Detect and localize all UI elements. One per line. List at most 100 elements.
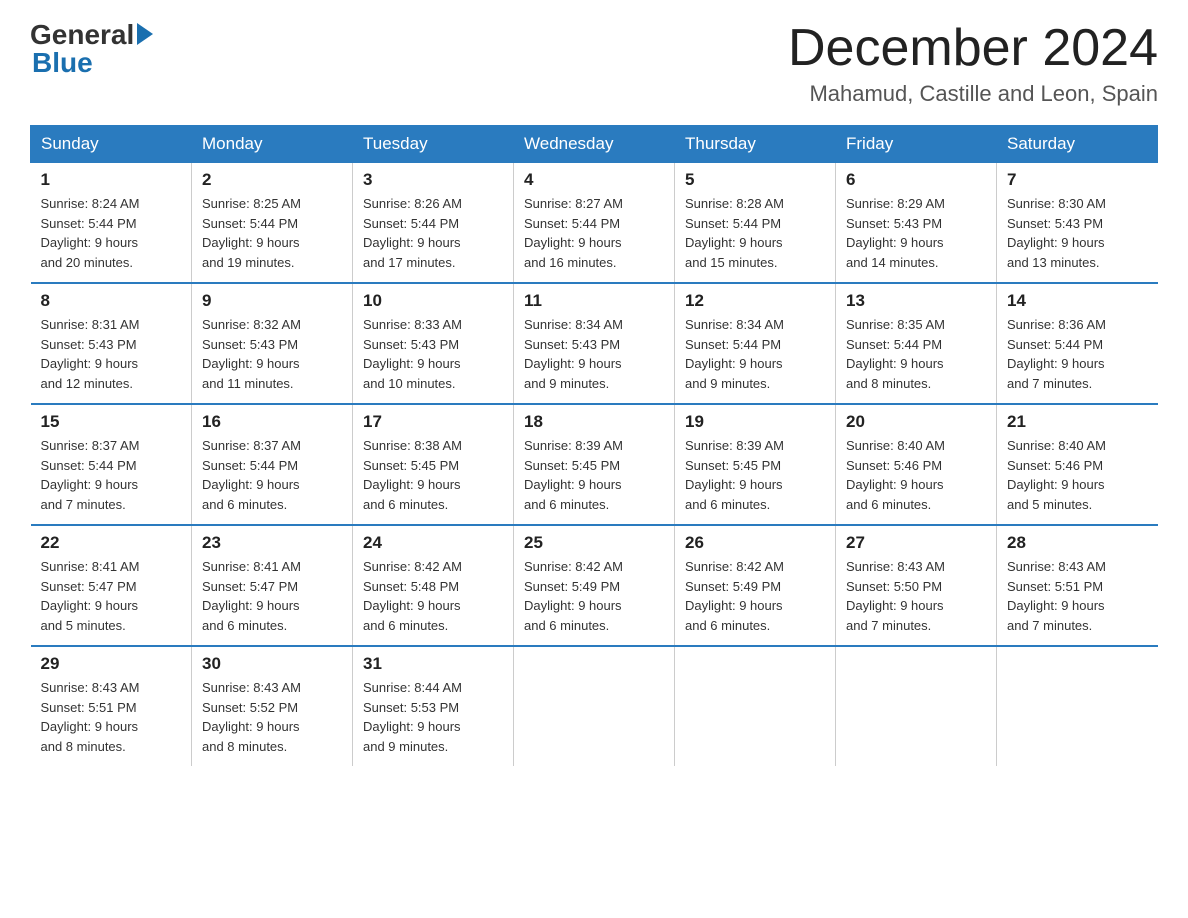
table-row: 11 Sunrise: 8:34 AM Sunset: 5:43 PM Dayl… bbox=[514, 283, 675, 404]
header-wednesday: Wednesday bbox=[514, 126, 675, 163]
header-tuesday: Tuesday bbox=[353, 126, 514, 163]
day-info: Sunrise: 8:43 AM Sunset: 5:52 PM Dayligh… bbox=[202, 678, 342, 756]
day-info: Sunrise: 8:33 AM Sunset: 5:43 PM Dayligh… bbox=[363, 315, 503, 393]
calendar-week-row: 22 Sunrise: 8:41 AM Sunset: 5:47 PM Dayl… bbox=[31, 525, 1158, 646]
day-number: 4 bbox=[524, 170, 664, 190]
day-number: 17 bbox=[363, 412, 503, 432]
day-info: Sunrise: 8:34 AM Sunset: 5:44 PM Dayligh… bbox=[685, 315, 825, 393]
table-row bbox=[675, 646, 836, 766]
day-number: 14 bbox=[1007, 291, 1148, 311]
day-number: 16 bbox=[202, 412, 342, 432]
day-number: 30 bbox=[202, 654, 342, 674]
table-row: 21 Sunrise: 8:40 AM Sunset: 5:46 PM Dayl… bbox=[997, 404, 1158, 525]
table-row: 5 Sunrise: 8:28 AM Sunset: 5:44 PM Dayli… bbox=[675, 163, 836, 284]
table-row: 18 Sunrise: 8:39 AM Sunset: 5:45 PM Dayl… bbox=[514, 404, 675, 525]
table-row: 8 Sunrise: 8:31 AM Sunset: 5:43 PM Dayli… bbox=[31, 283, 192, 404]
table-row: 20 Sunrise: 8:40 AM Sunset: 5:46 PM Dayl… bbox=[836, 404, 997, 525]
table-row: 28 Sunrise: 8:43 AM Sunset: 5:51 PM Dayl… bbox=[997, 525, 1158, 646]
table-row: 14 Sunrise: 8:36 AM Sunset: 5:44 PM Dayl… bbox=[997, 283, 1158, 404]
day-info: Sunrise: 8:40 AM Sunset: 5:46 PM Dayligh… bbox=[846, 436, 986, 514]
day-number: 19 bbox=[685, 412, 825, 432]
day-number: 10 bbox=[363, 291, 503, 311]
table-row: 4 Sunrise: 8:27 AM Sunset: 5:44 PM Dayli… bbox=[514, 163, 675, 284]
table-row: 17 Sunrise: 8:38 AM Sunset: 5:45 PM Dayl… bbox=[353, 404, 514, 525]
day-number: 31 bbox=[363, 654, 503, 674]
day-info: Sunrise: 8:39 AM Sunset: 5:45 PM Dayligh… bbox=[685, 436, 825, 514]
day-info: Sunrise: 8:35 AM Sunset: 5:44 PM Dayligh… bbox=[846, 315, 986, 393]
day-number: 29 bbox=[41, 654, 182, 674]
day-info: Sunrise: 8:39 AM Sunset: 5:45 PM Dayligh… bbox=[524, 436, 664, 514]
day-info: Sunrise: 8:40 AM Sunset: 5:46 PM Dayligh… bbox=[1007, 436, 1148, 514]
calendar-table: Sunday Monday Tuesday Wednesday Thursday… bbox=[30, 125, 1158, 766]
day-number: 22 bbox=[41, 533, 182, 553]
day-number: 11 bbox=[524, 291, 664, 311]
table-row: 7 Sunrise: 8:30 AM Sunset: 5:43 PM Dayli… bbox=[997, 163, 1158, 284]
day-number: 1 bbox=[41, 170, 182, 190]
day-info: Sunrise: 8:38 AM Sunset: 5:45 PM Dayligh… bbox=[363, 436, 503, 514]
table-row: 13 Sunrise: 8:35 AM Sunset: 5:44 PM Dayl… bbox=[836, 283, 997, 404]
day-number: 7 bbox=[1007, 170, 1148, 190]
table-row: 16 Sunrise: 8:37 AM Sunset: 5:44 PM Dayl… bbox=[192, 404, 353, 525]
logo-blue-part bbox=[134, 24, 153, 46]
table-row: 2 Sunrise: 8:25 AM Sunset: 5:44 PM Dayli… bbox=[192, 163, 353, 284]
header-monday: Monday bbox=[192, 126, 353, 163]
day-number: 28 bbox=[1007, 533, 1148, 553]
day-info: Sunrise: 8:44 AM Sunset: 5:53 PM Dayligh… bbox=[363, 678, 503, 756]
day-number: 25 bbox=[524, 533, 664, 553]
day-number: 21 bbox=[1007, 412, 1148, 432]
table-row: 9 Sunrise: 8:32 AM Sunset: 5:43 PM Dayli… bbox=[192, 283, 353, 404]
day-info: Sunrise: 8:26 AM Sunset: 5:44 PM Dayligh… bbox=[363, 194, 503, 272]
table-row: 6 Sunrise: 8:29 AM Sunset: 5:43 PM Dayli… bbox=[836, 163, 997, 284]
day-info: Sunrise: 8:41 AM Sunset: 5:47 PM Dayligh… bbox=[41, 557, 182, 635]
table-row: 22 Sunrise: 8:41 AM Sunset: 5:47 PM Dayl… bbox=[31, 525, 192, 646]
header-thursday: Thursday bbox=[675, 126, 836, 163]
day-info: Sunrise: 8:42 AM Sunset: 5:49 PM Dayligh… bbox=[524, 557, 664, 635]
day-info: Sunrise: 8:27 AM Sunset: 5:44 PM Dayligh… bbox=[524, 194, 664, 272]
day-info: Sunrise: 8:37 AM Sunset: 5:44 PM Dayligh… bbox=[41, 436, 182, 514]
calendar-week-row: 29 Sunrise: 8:43 AM Sunset: 5:51 PM Dayl… bbox=[31, 646, 1158, 766]
table-row: 19 Sunrise: 8:39 AM Sunset: 5:45 PM Dayl… bbox=[675, 404, 836, 525]
day-number: 13 bbox=[846, 291, 986, 311]
day-number: 9 bbox=[202, 291, 342, 311]
day-info: Sunrise: 8:36 AM Sunset: 5:44 PM Dayligh… bbox=[1007, 315, 1148, 393]
day-info: Sunrise: 8:42 AM Sunset: 5:48 PM Dayligh… bbox=[363, 557, 503, 635]
day-info: Sunrise: 8:25 AM Sunset: 5:44 PM Dayligh… bbox=[202, 194, 342, 272]
day-number: 23 bbox=[202, 533, 342, 553]
table-row: 3 Sunrise: 8:26 AM Sunset: 5:44 PM Dayli… bbox=[353, 163, 514, 284]
day-number: 27 bbox=[846, 533, 986, 553]
location-subtitle: Mahamud, Castille and Leon, Spain bbox=[788, 81, 1158, 107]
table-row bbox=[997, 646, 1158, 766]
table-row bbox=[514, 646, 675, 766]
table-row: 30 Sunrise: 8:43 AM Sunset: 5:52 PM Dayl… bbox=[192, 646, 353, 766]
header-saturday: Saturday bbox=[997, 126, 1158, 163]
table-row: 29 Sunrise: 8:43 AM Sunset: 5:51 PM Dayl… bbox=[31, 646, 192, 766]
logo-blue-text: Blue bbox=[32, 47, 93, 78]
table-row: 27 Sunrise: 8:43 AM Sunset: 5:50 PM Dayl… bbox=[836, 525, 997, 646]
day-info: Sunrise: 8:42 AM Sunset: 5:49 PM Dayligh… bbox=[685, 557, 825, 635]
day-info: Sunrise: 8:37 AM Sunset: 5:44 PM Dayligh… bbox=[202, 436, 342, 514]
day-info: Sunrise: 8:43 AM Sunset: 5:51 PM Dayligh… bbox=[41, 678, 182, 756]
title-area: December 2024 Mahamud, Castille and Leon… bbox=[788, 20, 1158, 107]
table-row: 1 Sunrise: 8:24 AM Sunset: 5:44 PM Dayli… bbox=[31, 163, 192, 284]
table-row: 15 Sunrise: 8:37 AM Sunset: 5:44 PM Dayl… bbox=[31, 404, 192, 525]
day-info: Sunrise: 8:29 AM Sunset: 5:43 PM Dayligh… bbox=[846, 194, 986, 272]
day-info: Sunrise: 8:34 AM Sunset: 5:43 PM Dayligh… bbox=[524, 315, 664, 393]
header-sunday: Sunday bbox=[31, 126, 192, 163]
table-row: 24 Sunrise: 8:42 AM Sunset: 5:48 PM Dayl… bbox=[353, 525, 514, 646]
day-info: Sunrise: 8:24 AM Sunset: 5:44 PM Dayligh… bbox=[41, 194, 182, 272]
table-row: 10 Sunrise: 8:33 AM Sunset: 5:43 PM Dayl… bbox=[353, 283, 514, 404]
day-number: 18 bbox=[524, 412, 664, 432]
day-number: 8 bbox=[41, 291, 182, 311]
day-info: Sunrise: 8:32 AM Sunset: 5:43 PM Dayligh… bbox=[202, 315, 342, 393]
calendar-week-row: 1 Sunrise: 8:24 AM Sunset: 5:44 PM Dayli… bbox=[31, 163, 1158, 284]
day-info: Sunrise: 8:41 AM Sunset: 5:47 PM Dayligh… bbox=[202, 557, 342, 635]
table-row: 31 Sunrise: 8:44 AM Sunset: 5:53 PM Dayl… bbox=[353, 646, 514, 766]
table-row bbox=[836, 646, 997, 766]
day-number: 3 bbox=[363, 170, 503, 190]
table-row: 12 Sunrise: 8:34 AM Sunset: 5:44 PM Dayl… bbox=[675, 283, 836, 404]
day-number: 5 bbox=[685, 170, 825, 190]
logo: General Blue bbox=[30, 20, 153, 79]
calendar-week-row: 15 Sunrise: 8:37 AM Sunset: 5:44 PM Dayl… bbox=[31, 404, 1158, 525]
day-info: Sunrise: 8:43 AM Sunset: 5:51 PM Dayligh… bbox=[1007, 557, 1148, 635]
calendar-week-row: 8 Sunrise: 8:31 AM Sunset: 5:43 PM Dayli… bbox=[31, 283, 1158, 404]
